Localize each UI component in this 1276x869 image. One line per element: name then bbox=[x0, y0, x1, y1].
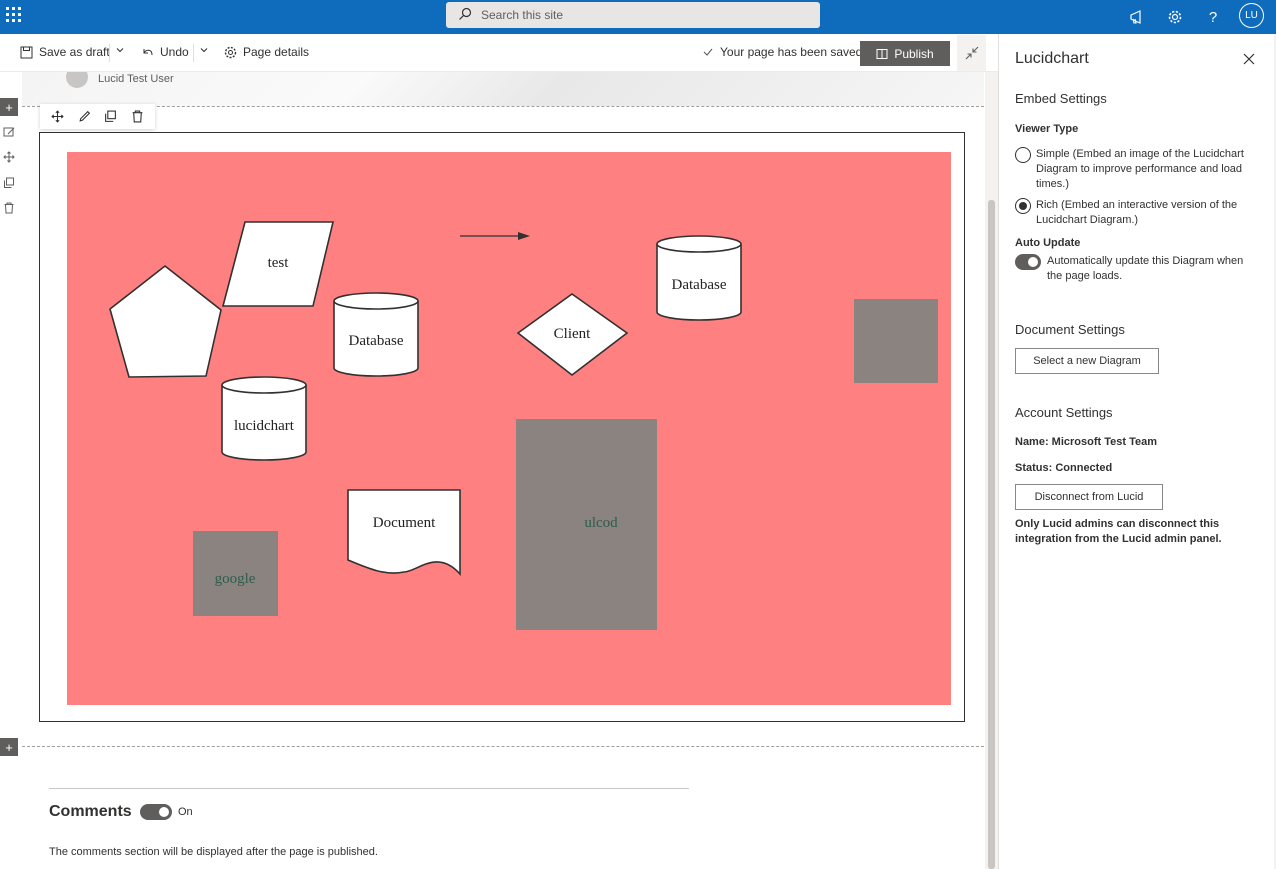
avatar[interactable]: LU bbox=[1239, 3, 1264, 28]
publish-label: Publish bbox=[894, 46, 934, 61]
gear-icon bbox=[224, 46, 237, 58]
comments-toggle-label: On bbox=[178, 806, 193, 818]
comments-title: Comments bbox=[49, 803, 132, 820]
comments-note: The comments section will be displayed a… bbox=[49, 846, 378, 858]
move-section-icon[interactable] bbox=[2, 150, 16, 164]
auto-update-label: Auto Update bbox=[1015, 237, 1081, 249]
diagram-background bbox=[67, 152, 951, 705]
collapse-panel-button[interactable] bbox=[957, 35, 986, 71]
delete-icon[interactable] bbox=[131, 110, 145, 124]
viewer-rich-radio[interactable] bbox=[1015, 198, 1031, 214]
move-icon[interactable] bbox=[50, 110, 64, 124]
account-settings-heading: Account Settings bbox=[1015, 405, 1113, 420]
book-icon bbox=[876, 48, 888, 59]
undo-options-chevron[interactable] bbox=[199, 45, 209, 55]
search-input[interactable]: Search this site bbox=[446, 2, 820, 28]
viewer-simple-radio[interactable] bbox=[1015, 147, 1031, 163]
app-launcher-icon[interactable] bbox=[6, 7, 22, 23]
search-icon bbox=[458, 7, 472, 26]
select-diagram-button[interactable]: Select a new Diagram bbox=[1015, 348, 1159, 374]
save-icon bbox=[20, 46, 33, 58]
page-details-button[interactable]: Page details bbox=[224, 45, 309, 59]
section-divider bbox=[22, 106, 984, 107]
checkmark-icon bbox=[703, 48, 713, 56]
database-1-label: Database bbox=[349, 333, 404, 349]
collapse-icon bbox=[965, 46, 978, 60]
section-divider bbox=[22, 746, 984, 747]
document-label: Document bbox=[373, 515, 436, 531]
lucidchart-diagram[interactable]: test Database Client Database lucidchart… bbox=[67, 152, 951, 705]
save-options-chevron[interactable] bbox=[115, 45, 125, 55]
publish-button[interactable]: Publish bbox=[860, 41, 950, 66]
page-details-label: Page details bbox=[243, 45, 310, 59]
delete-section-icon[interactable] bbox=[2, 201, 16, 215]
chevron-down-icon bbox=[116, 48, 124, 53]
author-avatar bbox=[66, 72, 88, 88]
saved-status: Your page has been saved bbox=[702, 45, 862, 59]
undo-label: Undo bbox=[160, 45, 189, 59]
divider bbox=[109, 44, 110, 62]
disconnect-button[interactable]: Disconnect from Lucid bbox=[1015, 484, 1163, 510]
save-as-draft-button[interactable]: Save as draft bbox=[20, 45, 110, 59]
embed-settings-heading: Embed Settings bbox=[1015, 91, 1107, 106]
lucidchart-property-pane: Lucidchart Embed Settings Viewer Type Si… bbox=[998, 34, 1276, 869]
saved-status-text: Your page has been saved bbox=[720, 45, 863, 59]
undo-button[interactable]: Undo bbox=[141, 45, 189, 59]
title-banner: Lucid Test User bbox=[22, 72, 984, 106]
save-as-draft-label: Save as draft bbox=[39, 45, 110, 59]
viewer-rich-text: Rich (Embed an interactive version of th… bbox=[1036, 199, 1238, 226]
edit-section-icon[interactable] bbox=[2, 125, 16, 139]
megaphone-icon[interactable] bbox=[1126, 6, 1148, 28]
test-label: test bbox=[268, 255, 290, 271]
viewer-type-label: Viewer Type bbox=[1015, 123, 1079, 135]
account-status: Status: Connected bbox=[1015, 462, 1113, 474]
canvas-scrollbar[interactable] bbox=[985, 72, 998, 869]
account-name: Name: Microsoft Test Team bbox=[1015, 436, 1158, 448]
client-label: Client bbox=[554, 326, 591, 342]
author-name: Lucid Test User bbox=[98, 73, 174, 85]
add-section-button[interactable]: + bbox=[0, 98, 18, 116]
auto-update-toggle[interactable] bbox=[1015, 254, 1041, 270]
ulcod-label: ulcod bbox=[584, 515, 618, 531]
edit-pencil-icon[interactable] bbox=[77, 110, 91, 124]
viewer-simple-text: Simple (Embed an image of the Lucidchart… bbox=[1036, 148, 1244, 190]
admin-note: Only Lucid admins can disconnect this in… bbox=[1015, 518, 1222, 545]
comments-toggle[interactable] bbox=[140, 804, 172, 820]
divider bbox=[193, 44, 194, 62]
panel-title: Lucidchart bbox=[1015, 50, 1089, 67]
scrollbar-thumb[interactable] bbox=[988, 200, 995, 869]
lucidchart-label: lucidchart bbox=[234, 418, 295, 434]
auto-update-text: Automatically update this Diagram when t… bbox=[1047, 255, 1244, 282]
duplicate-section-icon[interactable] bbox=[2, 176, 16, 190]
chevron-down-icon bbox=[200, 48, 208, 53]
search-placeholder: Search this site bbox=[481, 8, 564, 22]
gear-icon[interactable] bbox=[1164, 6, 1186, 28]
add-section-button-bottom[interactable]: + bbox=[0, 738, 18, 756]
database-2-label: Database bbox=[672, 277, 727, 293]
undo-icon bbox=[143, 48, 153, 55]
grey-block-right[interactable] bbox=[854, 299, 938, 383]
help-icon[interactable]: ? bbox=[1202, 6, 1224, 28]
duplicate-icon[interactable] bbox=[104, 110, 118, 124]
google-label: google bbox=[215, 571, 256, 587]
document-settings-heading: Document Settings bbox=[1015, 322, 1125, 337]
document-shape[interactable] bbox=[347, 489, 461, 577]
webpart-toolbar bbox=[40, 104, 155, 129]
comments-divider bbox=[49, 788, 689, 789]
close-icon[interactable] bbox=[1242, 52, 1256, 66]
command-bar: Save as draft Undo Page details Your pag… bbox=[0, 34, 998, 72]
suite-bar: Search this site ? LU bbox=[0, 0, 1276, 34]
